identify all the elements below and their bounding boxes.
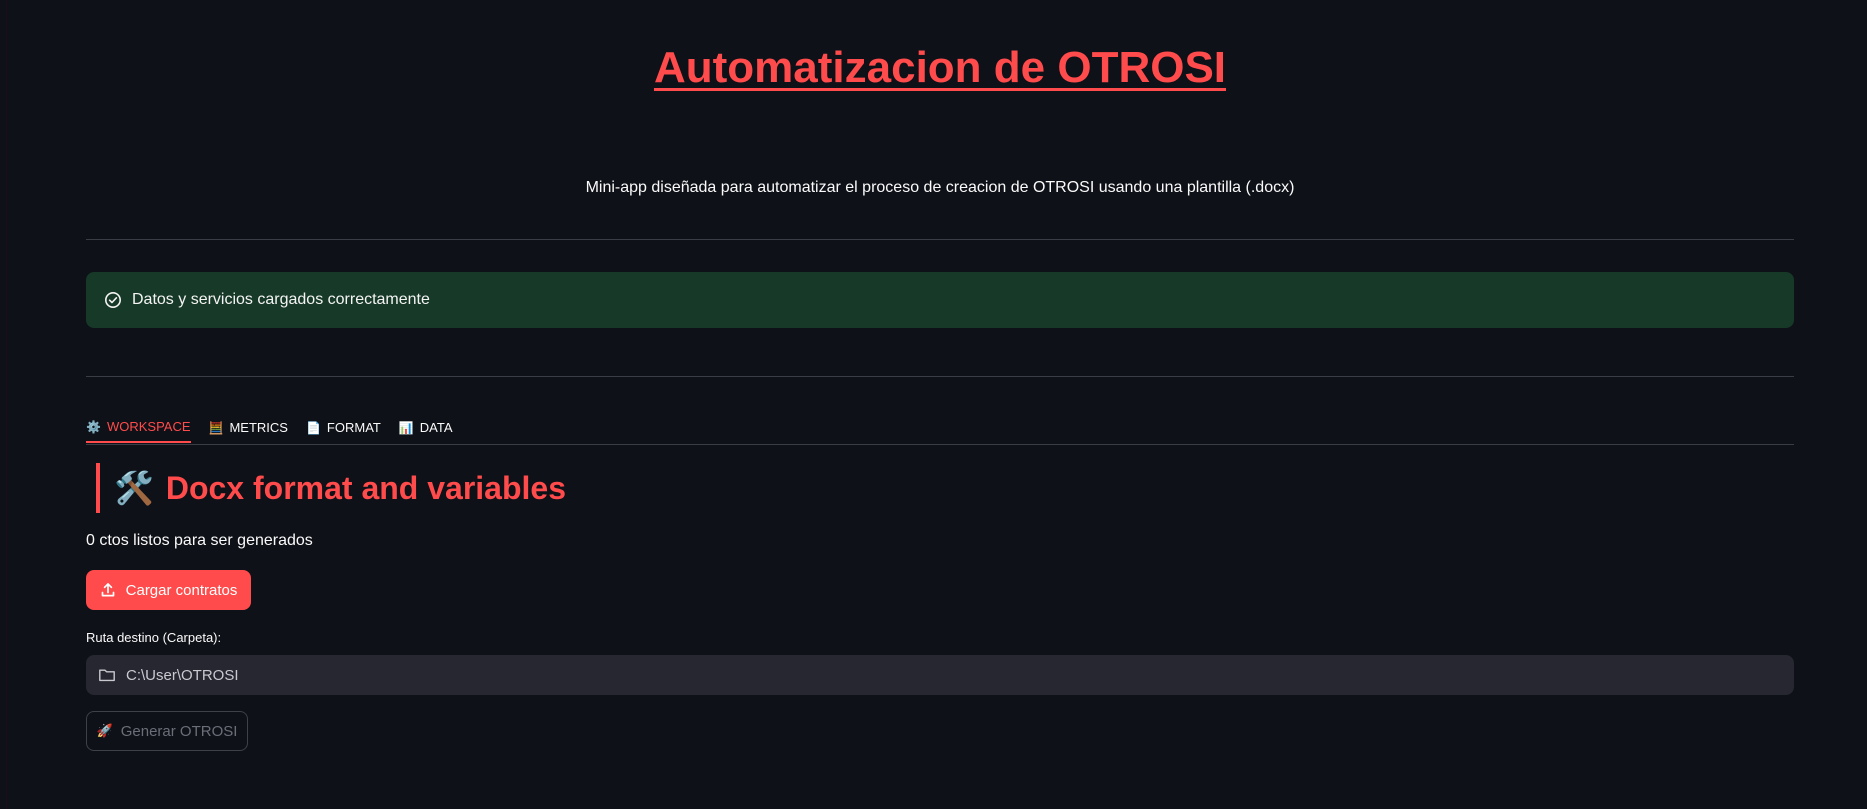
generate-button-label: Generar OTROSI (120, 722, 238, 740)
success-alert: Datos y servicios cargados correctamente (86, 272, 1794, 328)
section-title: Docx format and variables (165, 469, 566, 506)
tab-label: METRICS (229, 420, 288, 435)
section-header: 🛠️ Docx format and variables (96, 463, 1794, 513)
tab-data[interactable]: 📊 DATA (399, 410, 453, 443)
divider (86, 376, 1794, 377)
tab-label: WORKSPACE (106, 419, 191, 434)
divider (86, 239, 1794, 240)
abacus-icon: 🧮 (208, 420, 224, 435)
app-page: Automatizacion de OTROSI Mini-app diseña… (0, 0, 1867, 809)
destination-path-input[interactable]: C:\User\OTROSI (86, 655, 1794, 695)
upload-button-label: Cargar contratos (125, 581, 238, 599)
tab-workspace[interactable]: ⚙️ WORKSPACE (86, 410, 191, 443)
ready-count-text: 0 ctos listos para ser generados (86, 532, 313, 549)
bar-chart-icon: 📊 (398, 420, 414, 435)
gear-icon: ⚙️ (86, 419, 101, 434)
sidebar-edge (0, 0, 7, 809)
page-subtitle: Mini-app diseñada para automatizar el pr… (585, 179, 1295, 196)
upload-contracts-button[interactable]: Cargar contratos (86, 570, 251, 610)
path-label: Ruta destino (Carpeta): (86, 630, 222, 645)
check-circle-icon (104, 291, 122, 309)
main-content: Automatizacion de OTROSI Mini-app diseña… (86, 0, 1794, 751)
page-title: Automatizacion de OTROSI (653, 43, 1227, 92)
upload-icon (100, 582, 116, 598)
alert-message: Datos y servicios cargados correctamente (132, 291, 430, 308)
tab-format[interactable]: 📄 FORMAT (306, 410, 381, 443)
rocket-icon: 🚀 (96, 723, 113, 738)
tab-bar: ⚙️ WORKSPACE 🧮 METRICS 📄 FORMAT 📊 DATA (86, 410, 1794, 445)
tools-icon: 🛠️ (114, 470, 154, 506)
folder-icon (98, 666, 116, 684)
document-icon: 📄 (305, 420, 321, 435)
tab-label: FORMAT (326, 420, 381, 435)
generate-otrosi-button[interactable]: 🚀 Generar OTROSI (86, 711, 248, 751)
path-value: C:\User\OTROSI (126, 666, 239, 684)
tab-label: DATA (419, 420, 453, 435)
tab-metrics[interactable]: 🧮 METRICS (209, 410, 288, 443)
